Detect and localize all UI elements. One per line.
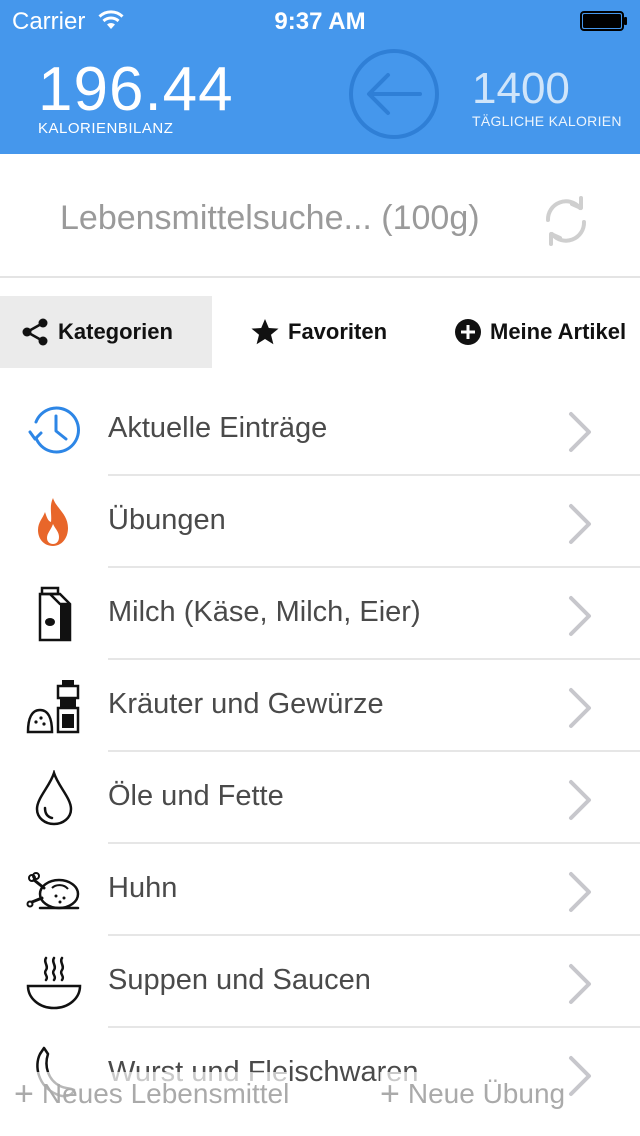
new-food-label: Neues Lebensmittel [41,1078,290,1109]
food-search-input[interactable] [60,198,530,238]
spice-mill-icon [26,680,80,734]
back-arrow-circle-button[interactable] [348,48,440,140]
category-tabs: Kategorien Favoriten Meine Artikel [0,296,640,368]
flame-icon [38,498,68,546]
list-item-suppen[interactable]: Suppen und Saucen [0,936,640,1028]
clock-label: 9:37 AM [274,8,366,35]
list-item-huhn[interactable]: Huhn [0,844,640,936]
list-item-milch[interactable]: Milch (Käse, Milch, Eier) [0,568,640,660]
list-item-label: Öle und Fette [108,780,284,812]
list-item-label: Übungen [108,504,226,536]
refresh-icon[interactable] [540,194,592,248]
list-item-uebungen[interactable]: Übungen [0,476,640,568]
tab-label: Favoriten [288,319,388,344]
soup-bowl-icon [26,956,82,1010]
tab-label: Kategorien [58,319,173,344]
list-item-label: Milch (Käse, Milch, Eier) [108,596,421,628]
daily-calories-value: 1400 [472,64,570,113]
tab-meine-artikel[interactable]: Meine Artikel [454,296,626,368]
list-item-label: Huhn [108,872,178,904]
chevron-right-icon [569,872,591,912]
new-exercise-label: Neue Übung [407,1078,566,1109]
list-item-label: Suppen und Saucen [108,964,371,996]
battery-icon [580,11,627,31]
tab-kategorien[interactable]: Kategorien [0,296,212,368]
chevron-right-icon [569,596,591,636]
daily-calories-label: TÄGLICHE KALORIEN [472,113,622,129]
calorie-balance-label: KALORIENBILANZ [38,120,174,137]
milk-carton-icon [38,586,72,642]
new-exercise-button[interactable]: + Neue Übung [380,1072,566,1116]
oil-drop-icon [35,770,73,826]
list-item-label: Aktuelle Einträge [108,412,328,444]
list-item-kraeuter[interactable]: Kräuter und Gewürze [0,660,640,752]
plus-circle-icon [455,319,481,345]
chevron-right-icon [569,412,591,452]
plus-icon: + [14,1074,34,1113]
list-item-oele[interactable]: Öle und Fette [0,752,640,844]
chevron-right-icon [569,780,591,820]
status-bar: Carrier 9:37 AM [0,0,640,40]
new-food-button[interactable]: + Neues Lebensmittel [14,1072,290,1116]
list-item-label: Kräuter und Gewürze [108,688,384,720]
clock-history-icon [28,406,80,454]
search-bar [0,154,640,278]
share-icon [22,318,48,346]
list-item-aktuelle-eintraege[interactable]: Aktuelle Einträge [0,384,640,476]
star-icon [251,319,279,345]
chevron-right-icon [569,964,591,1004]
tab-favoriten[interactable]: Favoriten [250,296,387,368]
tab-label: Meine Artikel [490,319,627,344]
bottom-action-bar: + Neues Lebensmittel + Neue Übung [0,1072,640,1120]
chevron-right-icon [569,504,591,544]
roast-chicken-icon [26,872,80,910]
plus-icon: + [380,1074,400,1113]
chevron-right-icon [569,688,591,728]
calorie-balance-value: 196.44 [38,55,234,124]
